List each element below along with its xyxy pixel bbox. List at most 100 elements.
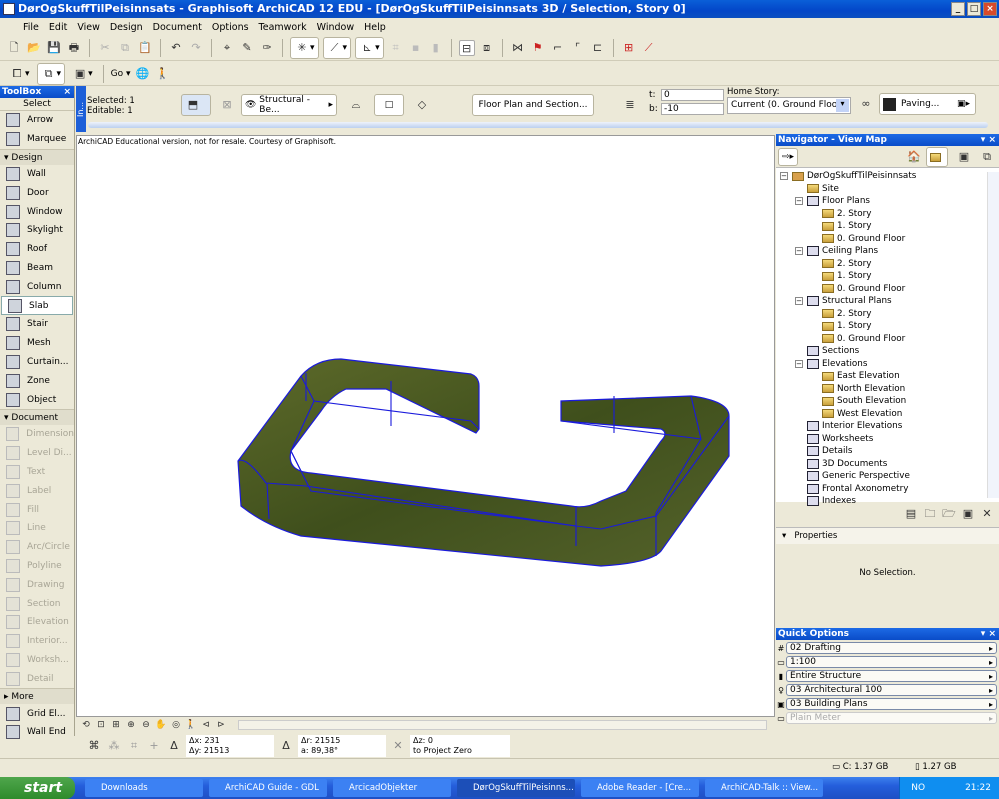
mirror-icon[interactable]: ⟋ [641, 40, 657, 56]
tool-column[interactable]: Column [0, 277, 74, 296]
tool-window[interactable]: Window [0, 202, 74, 221]
menu-document[interactable]: Document [148, 22, 207, 33]
tree-item-frontal-axonometry[interactable]: Frontal Axonometry [776, 483, 999, 496]
collapse-icon[interactable]: − [780, 172, 788, 181]
taskbar-button-d-rogskufftilpeisinns[interactable]: DørOgSkuffTilPeisinns... [457, 779, 575, 797]
undo-icon[interactable]: ↶ [168, 40, 184, 56]
tree-item-2-story[interactable]: 2. Story [776, 208, 999, 221]
tool-interior[interactable]: Interior... [0, 632, 74, 651]
geometry-polygon-icon[interactable]: ⌓ [348, 97, 364, 113]
collapse-icon[interactable]: − [795, 297, 803, 306]
tool-door[interactable]: Door [0, 183, 74, 202]
tool-label[interactable]: Label [0, 481, 74, 500]
taskbar-button-archicad-talk-view[interactable]: ArchiCAD-Talk :: View... [705, 779, 823, 797]
layer-dropdown[interactable]: 👁 Structural - Be... ▸ [241, 94, 337, 116]
intersect-icon[interactable]: ⌐ [550, 40, 566, 56]
walk-icon[interactable]: 🚶 [185, 719, 197, 731]
fillet-icon[interactable]: ⌜ [570, 40, 586, 56]
split-icon[interactable]: ⋈ [510, 40, 526, 56]
arrange-icon[interactable]: ▪ [408, 40, 424, 56]
tool-text[interactable]: Text [0, 463, 74, 482]
tool-curtain[interactable]: Curtain... [0, 353, 74, 372]
delete-icon[interactable]: ✕ [979, 506, 995, 522]
top-offset-input[interactable]: 0 [661, 89, 724, 101]
tool-dimension[interactable]: Dimension [0, 425, 74, 444]
menu-help[interactable]: Help [359, 22, 391, 33]
globe-icon[interactable]: 🌐 [134, 66, 150, 82]
collapse-icon[interactable]: − [795, 247, 803, 256]
tree-item-2-story[interactable]: 2. Story [776, 308, 999, 321]
publisher-icon[interactable]: ⧉ [979, 149, 995, 165]
trace-icon[interactable]: ⧈ [479, 40, 495, 56]
layout-book-icon[interactable]: ▣ [956, 149, 972, 165]
home-story-select[interactable]: Current (0. Ground Floor) ▾ [727, 97, 851, 114]
floor-plan-dropdown[interactable]: ⧠ ▾ [6, 63, 33, 85]
more-section-header[interactable]: ▸ More [0, 688, 74, 705]
zoom-window-icon[interactable]: ⊞ [110, 719, 122, 731]
snap-points-icon[interactable]: ⁂ [106, 738, 122, 754]
collapse-icon[interactable]: − [795, 197, 803, 206]
cursor-snap-icon[interactable]: ⌘ [86, 738, 102, 754]
tree-item-2-story[interactable]: 2. Story [776, 258, 999, 271]
eyedropper-icon[interactable]: ✎ [239, 40, 255, 56]
tree-item-east-elevation[interactable]: East Elevation [776, 370, 999, 383]
guide-lines-dropdown[interactable]: ⟋ ▾ [322, 37, 352, 59]
layout-dropdown[interactable]: ▣ ▾ [69, 63, 96, 85]
layer-icon[interactable]: ⊟ [458, 40, 475, 56]
bottom-offset-input[interactable]: -10 [661, 103, 724, 115]
tool-elevation[interactable]: Elevation [0, 613, 74, 632]
project-map-icon[interactable]: 🏠 [906, 149, 922, 165]
tree-item-1-story[interactable]: 1. Story [776, 220, 999, 233]
select-tab[interactable]: Select [0, 98, 74, 111]
tree-item-details[interactable]: Details [776, 445, 999, 458]
tree-item-elevations[interactable]: − Elevations [776, 358, 999, 371]
go-dropdown[interactable]: Go ▾ [111, 69, 131, 79]
quick-option-03-building-plans[interactable]: ▣ 03 Building Plans [776, 697, 999, 711]
delta-z[interactable]: Δz: 0 to Project Zero [410, 734, 510, 757]
zoom-in-icon[interactable]: ⊕ [125, 719, 137, 731]
tool-worksh[interactable]: Worksh... [0, 651, 74, 670]
gravity-dropdown[interactable]: ✳ ▾ [290, 37, 319, 59]
adjust-icon[interactable]: ⚑ [530, 40, 546, 56]
tree-item-interior-elevations[interactable]: Interior Elevations [776, 420, 999, 433]
view-map-icon[interactable] [926, 147, 948, 167]
tool-fill[interactable]: Fill [0, 500, 74, 519]
quick-option-02-drafting[interactable]: #02 Drafting [776, 641, 999, 655]
start-button[interactable]: start [0, 777, 75, 799]
menu-view[interactable]: View [72, 22, 105, 33]
menu-window[interactable]: Window [312, 22, 359, 33]
tool-roof[interactable]: Roof [0, 240, 74, 259]
tree-item-west-elevation[interactable]: West Elevation [776, 408, 999, 421]
close-icon[interactable]: ▾ × [981, 628, 996, 640]
menu-teamwork[interactable]: Teamwork [254, 22, 312, 33]
tool-marquee[interactable]: Marquee [0, 130, 74, 149]
tool-beam[interactable]: Beam [0, 259, 74, 278]
copy-icon[interactable]: ⧉ [117, 40, 133, 56]
tool-line[interactable]: Line [0, 519, 74, 538]
navigator-options-button[interactable]: ⇨▸ [778, 148, 799, 166]
3d-window-dropdown[interactable]: ⧉ ▾ [36, 62, 66, 85]
tool-mesh[interactable]: Mesh [0, 334, 74, 353]
marker-icon[interactable]: ⊠ [219, 97, 235, 113]
quick-option-03-architectural-100[interactable]: ♀ 03 Architectural 100 [776, 683, 999, 697]
menu-edit[interactable]: Edit [44, 22, 72, 33]
horizontal-scrollbar[interactable] [238, 720, 767, 730]
tree-item-generic-perspective[interactable]: Generic Perspective [776, 470, 999, 483]
paste-icon[interactable]: 📋 [137, 40, 153, 56]
taskbar-button-downloads[interactable]: Downloads [85, 779, 203, 797]
menu-design[interactable]: Design [105, 22, 148, 33]
menu-options[interactable]: Options [207, 22, 254, 33]
print-icon[interactable]: 🖶 [66, 40, 82, 56]
tree-item-1-story[interactable]: 1. Story [776, 320, 999, 333]
tool-polyline[interactable]: Polyline [0, 557, 74, 576]
grid-icon[interactable]: ⌗ [388, 40, 404, 56]
find-select-icon[interactable]: ⌖ [219, 40, 235, 56]
syringe-icon[interactable]: ✑ [259, 40, 275, 56]
tree-item-d-rogskufftilpeisinnsats[interactable]: − DørOgSkuffTilPeisinnsats [776, 170, 999, 183]
3d-viewport[interactable]: ArchiCAD Educational version, not for re… [76, 135, 775, 717]
quick-option-plain-meter[interactable]: ▭ Plain Meter [776, 711, 999, 725]
explore-icon[interactable]: ◎ [170, 719, 182, 731]
taskbar-button-arcicadobjekter[interactable]: ArcicadObjekter [333, 779, 451, 797]
tool-level-di[interactable]: Level Di... [0, 444, 74, 463]
walk-icon[interactable]: 🚶 [154, 66, 170, 82]
